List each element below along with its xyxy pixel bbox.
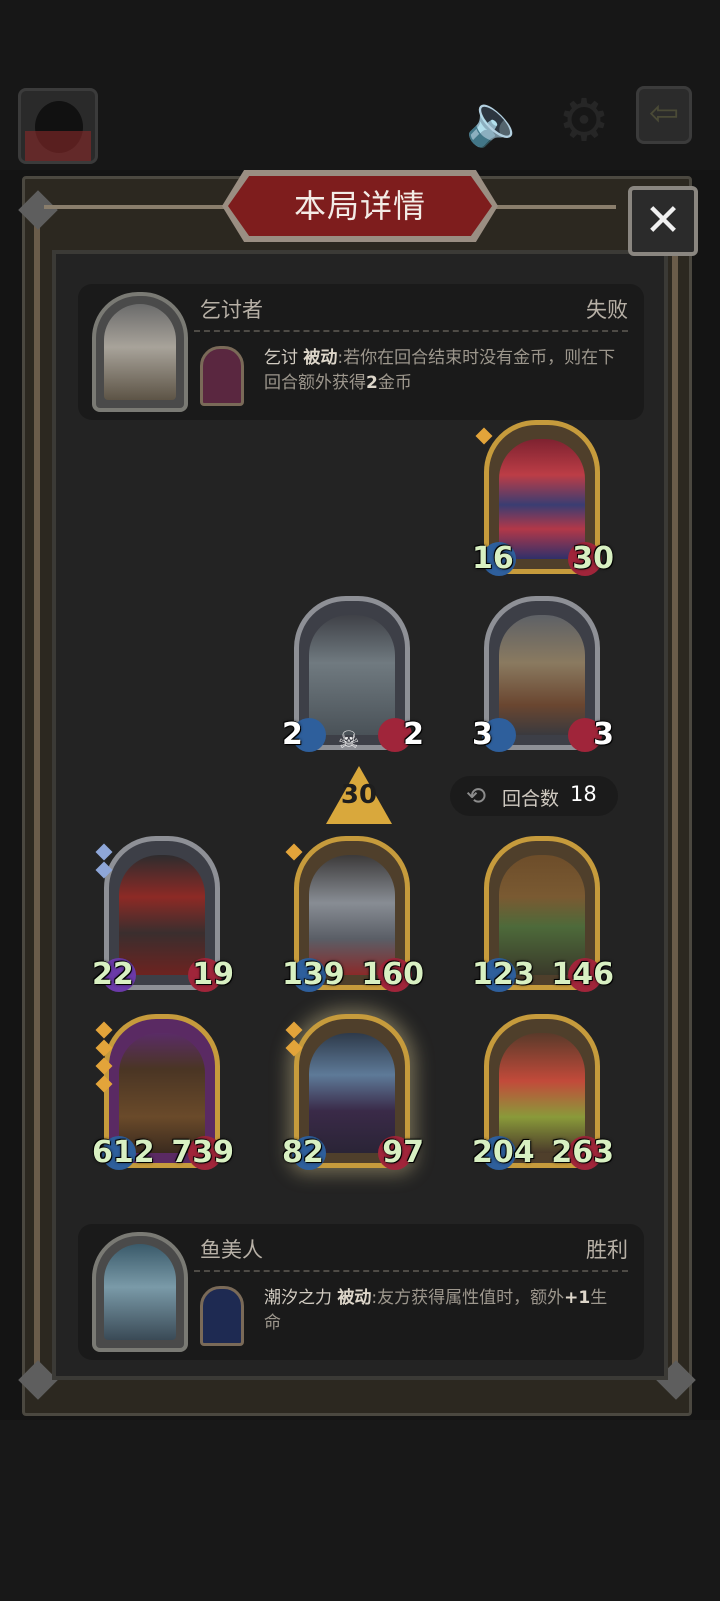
self-skill-icon[interactable] (200, 1286, 244, 1346)
attack-value: 3 (472, 717, 493, 752)
attack-value: 22 (92, 957, 134, 992)
enemy-skill-name: 乞讨 (264, 348, 298, 368)
self-portrait-art (104, 1244, 176, 1340)
player-card-selected[interactable]: 82 97 (282, 1014, 424, 1174)
enemy-card[interactable]: 3 3 (472, 596, 614, 756)
self-result: 胜利 (586, 1238, 628, 1262)
self-skill-desc: :友方获得属性值时，额外 (371, 1288, 565, 1308)
player-card[interactable]: 612 739 (92, 1014, 234, 1174)
divider (194, 330, 628, 332)
page-title: 本局详情 (293, 187, 426, 225)
close-icon: ✕ (644, 195, 682, 246)
attack-value: 16 (472, 541, 514, 576)
gear-icon[interactable]: ⚙ (552, 90, 616, 150)
round-counter: ⟲ 回合数 18 (450, 776, 618, 816)
round-label: 回合数 (502, 788, 560, 810)
health-value: 160 (361, 957, 424, 992)
enemy-skill-icon[interactable] (200, 346, 244, 406)
enemy-portrait-art (104, 304, 176, 400)
attack-value: 139 (282, 957, 345, 992)
health-value: 739 (171, 1135, 234, 1170)
damage-boost: 30 (326, 766, 392, 824)
health-value: 19 (192, 957, 234, 992)
boost-value: 30 (340, 780, 378, 810)
divider (194, 1270, 628, 1272)
exit-icon[interactable]: ⇦ (636, 86, 692, 144)
enemy-skill-text: 乞讨 被动:若你在回合结束时没有金币，则在下回合额外获得2金币 (264, 346, 624, 396)
title-banner: 本局详情 (222, 170, 498, 242)
self-info: 鱼美人 胜利 潮汐之力 被动:友方获得属性值时，额外+1生命 (78, 1224, 644, 1360)
enemy-skill-desc-end: 金币 (377, 373, 412, 393)
self-skill-highlight: +1 (564, 1288, 591, 1308)
round-value: 18 (570, 782, 597, 806)
enemy-skill-keyword: 被动 (303, 348, 338, 368)
attack-value: 123 (472, 957, 535, 992)
attack-value: 204 (472, 1135, 535, 1170)
health-value: 30 (572, 541, 614, 576)
player-avatar-button[interactable] (18, 88, 98, 164)
health-value: 263 (551, 1135, 614, 1170)
attack-value: 2 (282, 717, 303, 752)
speaker-icon[interactable]: 🔈 (460, 92, 534, 148)
title-line (44, 205, 234, 209)
card-art (309, 615, 395, 735)
frame-rail-left (34, 206, 40, 1396)
card-art (499, 615, 585, 735)
player-card[interactable]: 139 160 (282, 836, 424, 996)
title-line (486, 205, 616, 209)
self-skill-keyword: 被动 (337, 1288, 372, 1308)
self-portrait[interactable] (92, 1232, 188, 1352)
player-card[interactable]: 123 146 (472, 836, 614, 996)
enemy-result: 失败 (586, 298, 628, 322)
frame-rail-right (672, 206, 678, 1396)
close-button[interactable]: ✕ (628, 186, 698, 256)
enemy-skill-highlight: 2 (366, 373, 378, 393)
enemy-card[interactable]: ☠ 2 2 (282, 596, 424, 756)
health-value: 2 (403, 717, 424, 752)
attack-value: 82 (282, 1135, 324, 1170)
cycle-icon: ⟲ (466, 782, 487, 810)
skull-icon: ☠ (338, 726, 360, 754)
self-skill-name: 潮汐之力 (264, 1288, 332, 1308)
attack-value: 612 (92, 1135, 155, 1170)
enemy-card[interactable]: 16 30 (472, 420, 614, 580)
health-value: 3 (593, 717, 614, 752)
enemy-name: 乞讨者 (200, 298, 263, 322)
player-card[interactable]: 204 263 (472, 1014, 614, 1174)
health-value: 97 (382, 1135, 424, 1170)
avatar-cloth (25, 131, 91, 161)
background-floor (0, 1420, 720, 1601)
enemy-info: 乞讨者 失败 乞讨 被动:若你在回合结束时没有金币，则在下回合额外获得2金币 (78, 284, 644, 420)
self-skill-text: 潮汐之力 被动:友方获得属性值时，额外+1生命 (264, 1286, 624, 1336)
player-card[interactable]: 22 19 (92, 836, 234, 996)
health-value: 146 (551, 957, 614, 992)
self-name: 鱼美人 (200, 1238, 263, 1262)
enemy-portrait[interactable] (92, 292, 188, 412)
